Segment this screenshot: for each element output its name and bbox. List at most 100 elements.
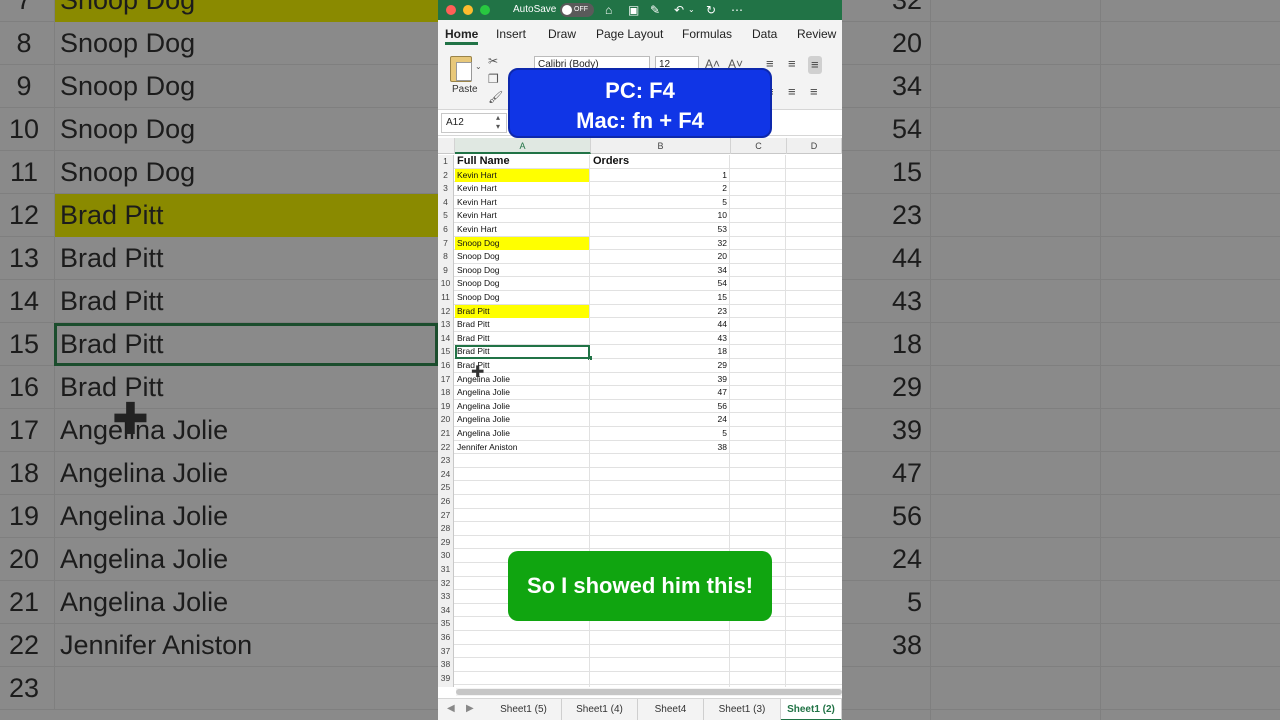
row-header[interactable]: 37 xyxy=(438,644,454,659)
cell-orders[interactable]: 38 xyxy=(591,440,730,455)
row-header[interactable]: 24 xyxy=(438,467,454,482)
cell-orders[interactable]: 23 xyxy=(591,304,730,319)
cell-orders[interactable]: 54 xyxy=(591,277,730,291)
cell-empty[interactable] xyxy=(731,236,786,251)
cell-orders[interactable] xyxy=(591,671,730,686)
row-header[interactable]: 9 xyxy=(438,263,454,278)
row-header[interactable]: 14 xyxy=(438,331,454,346)
sheet-tab[interactable]: Sheet1 (4) xyxy=(562,699,638,720)
cell-orders[interactable] xyxy=(591,685,730,687)
cell-full-name[interactable]: Brad Pitt xyxy=(455,304,590,319)
cell-full-name[interactable]: Kevin Hart xyxy=(455,182,590,196)
save-icon[interactable]: ▣ xyxy=(628,2,639,18)
tab-review[interactable]: Review xyxy=(797,27,836,41)
cell-empty[interactable] xyxy=(731,467,786,482)
cell-orders[interactable]: 47 xyxy=(591,386,730,400)
row-header[interactable]: 40 xyxy=(438,685,454,687)
cell-full-name[interactable]: Snoop Dog xyxy=(455,277,590,291)
cell-empty[interactable] xyxy=(731,399,786,414)
row-header[interactable]: 11 xyxy=(438,291,454,305)
align-center-icon[interactable]: ≡ xyxy=(788,85,796,99)
row-header[interactable]: 29 xyxy=(438,535,454,550)
cell-orders[interactable]: 32 xyxy=(591,236,730,251)
row-header[interactable]: 18 xyxy=(438,386,454,400)
row-header[interactable]: 25 xyxy=(438,481,454,495)
cell-empty[interactable] xyxy=(731,168,786,183)
undo-dropdown-icon[interactable]: ⌄ xyxy=(688,2,695,18)
cell-empty[interactable] xyxy=(731,413,786,427)
cell-full-name[interactable]: Jennifer Aniston xyxy=(455,440,590,455)
row-header[interactable]: 23 xyxy=(438,454,454,468)
cell-empty[interactable] xyxy=(731,250,786,264)
row-header[interactable]: 38 xyxy=(438,658,454,672)
cell-orders[interactable] xyxy=(591,535,730,550)
cell-empty[interactable] xyxy=(731,685,786,687)
cell-full-name[interactable] xyxy=(455,481,590,495)
cell-orders[interactable]: 34 xyxy=(591,263,730,278)
cell-orders[interactable]: 44 xyxy=(591,318,730,332)
cell-full-name[interactable] xyxy=(455,535,590,550)
cell-full-name[interactable] xyxy=(455,508,590,523)
row-header[interactable]: 39 xyxy=(438,671,454,686)
cell-empty[interactable] xyxy=(731,522,786,536)
close-window-button[interactable] xyxy=(446,5,456,15)
cell-orders[interactable]: 1 xyxy=(591,168,730,183)
copy-icon[interactable]: ❐ xyxy=(488,72,499,86)
header-cell-full-name[interactable]: Full Name xyxy=(455,155,590,169)
cell-empty[interactable] xyxy=(731,318,786,332)
cell-orders[interactable] xyxy=(591,467,730,482)
row-header[interactable]: 17 xyxy=(438,372,454,387)
cell-orders[interactable] xyxy=(591,644,730,659)
cell-full-name[interactable]: Kevin Hart xyxy=(455,223,590,237)
cell-orders[interactable] xyxy=(591,454,730,468)
cell-empty[interactable] xyxy=(731,535,786,550)
row-header[interactable]: 3 xyxy=(438,182,454,196)
align-middle-icon[interactable]: ≡ xyxy=(788,57,796,71)
cell-empty[interactable] xyxy=(731,209,786,223)
cell-orders[interactable]: 15 xyxy=(591,291,730,305)
cell-full-name[interactable]: Angelina Jolie xyxy=(455,413,590,427)
cell-orders[interactable]: 29 xyxy=(591,359,730,373)
cell-orders[interactable]: 5 xyxy=(591,195,730,210)
undo-icon[interactable]: ↶ xyxy=(674,2,684,18)
cell-full-name[interactable] xyxy=(455,631,590,645)
row-header[interactable]: 32 xyxy=(438,576,454,591)
cell-full-name[interactable] xyxy=(455,685,590,687)
cell-full-name[interactable]: Brad Pitt xyxy=(455,345,590,359)
cell-orders[interactable] xyxy=(591,508,730,523)
cell-orders[interactable] xyxy=(591,631,730,645)
cell-orders[interactable]: 24 xyxy=(591,413,730,427)
cell-empty[interactable] xyxy=(731,182,786,196)
cell-empty[interactable] xyxy=(731,508,786,523)
cell-full-name[interactable]: Angelina Jolie xyxy=(455,386,590,400)
cell-empty[interactable] xyxy=(731,359,786,373)
column-header-b[interactable]: B xyxy=(591,138,731,154)
cell-full-name[interactable]: Kevin Hart xyxy=(455,168,590,183)
cell-empty[interactable] xyxy=(731,263,786,278)
cell-full-name[interactable] xyxy=(455,495,590,509)
cell-orders[interactable]: 18 xyxy=(591,345,730,359)
cell-empty[interactable] xyxy=(731,631,786,645)
home-icon[interactable]: ⌂ xyxy=(605,2,612,18)
cell-full-name[interactable]: Kevin Hart xyxy=(455,195,590,210)
row-header[interactable]: 31 xyxy=(438,563,454,577)
row-header[interactable]: 6 xyxy=(438,223,454,237)
cell-orders[interactable]: 20 xyxy=(591,250,730,264)
cell-full-name[interactable]: Kevin Hart xyxy=(455,209,590,223)
previous-sheet-icon[interactable]: ◀ xyxy=(447,703,455,714)
redo-icon[interactable]: ↻ xyxy=(706,2,716,18)
cell-full-name[interactable]: Angelina Jolie xyxy=(455,399,590,414)
row-header[interactable]: 22 xyxy=(438,440,454,455)
row-header[interactable]: 5 xyxy=(438,209,454,223)
row-header[interactable]: 15 xyxy=(438,345,454,359)
cell-empty[interactable] xyxy=(731,427,786,441)
cell-full-name[interactable] xyxy=(455,467,590,482)
cell-orders[interactable] xyxy=(591,481,730,495)
cell-full-name[interactable] xyxy=(455,522,590,536)
cell-empty[interactable] xyxy=(731,372,786,387)
cell-orders[interactable]: 39 xyxy=(591,372,730,387)
row-header[interactable]: 28 xyxy=(438,522,454,536)
row-header[interactable]: 21 xyxy=(438,427,454,441)
cell-orders[interactable] xyxy=(591,522,730,536)
cell-orders[interactable]: 10 xyxy=(591,209,730,223)
